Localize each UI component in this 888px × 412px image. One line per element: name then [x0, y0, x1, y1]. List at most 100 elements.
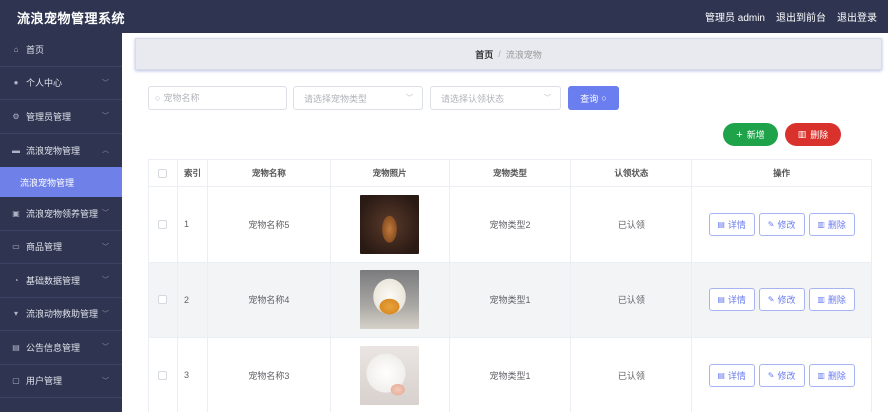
sidebar-item-label: 个人中心	[26, 76, 62, 89]
pet-type-select[interactable]: 请选择宠物类型 ﹀	[293, 86, 423, 110]
chevron-down-icon: ﹀	[102, 111, 109, 121]
app-title: 流浪宠物管理系统	[17, 8, 125, 27]
top-bar-actions: 管理员 admin 退出到前台 退出登录	[705, 9, 888, 24]
row-actions: ▤详情 ✎修改 ▥删除	[692, 263, 872, 338]
settings-icon: ⚙	[11, 112, 21, 121]
delete-button-label: 删除	[828, 218, 846, 231]
edit-button[interactable]: ✎修改	[759, 288, 805, 311]
table-header-row: 索引 宠物名称 宠物照片 宠物类型 认领状态 操作	[149, 160, 872, 187]
chevron-down-icon: ﹀	[102, 78, 109, 88]
pet-name-cell: 宠物名称3	[208, 338, 331, 412]
row-checkbox-cell	[149, 263, 178, 338]
pet-photo-cell	[331, 338, 450, 412]
pet-name-cell: 宠物名称4	[208, 263, 331, 338]
exit-to-front-link[interactable]: 退出到前台	[776, 9, 826, 24]
puppy-photo	[360, 346, 419, 405]
chevron-up-icon: ︿	[102, 145, 109, 155]
sidebar-item-pets[interactable]: ▬ 流浪宠物管理 ︿	[0, 134, 122, 168]
chevron-down-icon: ﹀	[102, 242, 109, 252]
column-header: 宠物类型	[450, 160, 572, 186]
edit-button[interactable]: ✎修改	[759, 364, 805, 387]
trash-icon: ▥	[817, 220, 825, 229]
sidebar-item-rescue[interactable]: ▾ 流浪动物救助管理 ﹀	[0, 298, 122, 332]
row-checkbox-cell	[149, 187, 178, 262]
search-icon: ○	[601, 93, 606, 103]
logout-link[interactable]: 退出登录	[837, 9, 877, 24]
chevron-down-icon: ﹀	[102, 208, 109, 218]
edit-button-label: 修改	[777, 218, 795, 231]
delete-button[interactable]: ▥删除	[809, 364, 855, 387]
column-header: 认领状态	[571, 160, 692, 186]
sidebar-item-admins[interactable]: ⚙ 管理员管理 ﹀	[0, 100, 122, 134]
header-checkbox-cell	[149, 160, 178, 186]
pet-type-cell: 宠物类型1	[450, 263, 572, 338]
sidebar-subitem-pets[interactable]: 流浪宠物管理	[0, 167, 122, 197]
breadcrumb: 首页 / 流浪宠物	[135, 38, 882, 70]
document-icon: ▤	[11, 343, 21, 352]
table-row: 1 宠物名称5 宠物类型2 已认领 ▤详情 ✎修改 ▥删除	[149, 187, 872, 263]
row-checkbox[interactable]	[158, 295, 167, 304]
breadcrumb-current: 流浪宠物	[506, 48, 542, 61]
column-header: 索引	[178, 160, 208, 186]
column-header: 宠物名称	[208, 160, 331, 186]
row-index: 3	[178, 338, 208, 412]
sidebar-item-basic-data[interactable]: ◔ 基础数据管理 ﹀	[0, 264, 122, 298]
gauge-icon: ◔	[11, 276, 21, 285]
delete-button[interactable]: ▥删除	[809, 288, 855, 311]
document-icon: ▤	[717, 295, 725, 304]
document-icon: ▤	[717, 220, 725, 229]
chevron-down-icon: ﹀	[102, 376, 109, 386]
monitor-icon: ▭	[11, 242, 21, 251]
chevron-down-icon: ﹀	[544, 93, 551, 103]
sidebar-item-home[interactable]: ⌂ 首页	[0, 33, 122, 67]
pet-type-cell: 宠物类型1	[450, 338, 572, 412]
dog-photo	[360, 270, 419, 329]
pencil-icon: ✎	[768, 295, 775, 304]
column-header: 宠物照片	[331, 160, 450, 186]
row-checkbox[interactable]	[158, 220, 167, 229]
query-button[interactable]: 查询 ○	[568, 86, 619, 110]
table-row: 2 宠物名称4 宠物类型1 已认领 ▤详情 ✎修改 ▥删除	[149, 263, 872, 339]
delete-button[interactable]: ▥删除	[809, 213, 855, 236]
sidebar-item-profile[interactable]: ● 个人中心 ﹀	[0, 67, 122, 101]
sidebar-item-label: 流浪宠物领养管理	[26, 207, 98, 220]
pin-icon: ▾	[11, 309, 21, 318]
detail-button[interactable]: ▤详情	[709, 213, 755, 236]
batch-delete-button[interactable]: ▥ 删除	[785, 123, 841, 146]
delete-button-label: 删除	[828, 293, 846, 306]
breadcrumb-home[interactable]: 首页	[475, 48, 493, 61]
row-actions: ▤详情 ✎修改 ▥删除	[692, 187, 872, 262]
sidebar-item-label: 流浪宠物管理	[26, 144, 80, 157]
add-button[interactable]: + 新增	[723, 123, 778, 146]
trash-icon: ▥	[798, 129, 807, 140]
sidebar-item-adoption[interactable]: ▣ 流浪宠物领养管理 ﹀	[0, 197, 122, 231]
pets-table: 索引 宠物名称 宠物照片 宠物类型 认领状态 操作 1 宠物名称5 宠物类型2 …	[148, 159, 872, 412]
detail-button-label: 详情	[728, 293, 746, 306]
claim-status-select[interactable]: 请选择认领状态 ﹀	[430, 86, 561, 110]
chat-icon: ▢	[11, 376, 21, 385]
sidebar-item-users[interactable]: ▢ 用户管理 ﹀	[0, 365, 122, 399]
sidebar-item-notices[interactable]: ▤ 公告信息管理 ﹀	[0, 331, 122, 365]
sidebar-item-label: 用户管理	[26, 374, 62, 387]
edit-button[interactable]: ✎修改	[759, 213, 805, 236]
detail-button[interactable]: ▤详情	[709, 364, 755, 387]
edit-button-label: 修改	[777, 369, 795, 382]
sidebar-item-label: 首页	[26, 43, 44, 56]
user-icon: ●	[11, 78, 21, 87]
sidebar: ⌂ 首页 ● 个人中心 ﹀ ⚙ 管理员管理 ﹀ ▬ 流浪宠物管理 ︿ 流浪宠物管…	[0, 33, 122, 412]
pencil-icon: ✎	[768, 220, 775, 229]
detail-button[interactable]: ▤详情	[709, 288, 755, 311]
chevron-down-icon: ﹀	[102, 275, 109, 285]
pet-type-select-placeholder: 请选择宠物类型	[304, 92, 367, 105]
claim-status-cell: 已认领	[571, 338, 692, 412]
main-content: 首页 / 流浪宠物 ○ 请选择宠物类型 ﹀ 请选择认领状态 ﹀ 查询 ○ + 新…	[122, 33, 888, 412]
add-button-label: 新增	[747, 128, 765, 141]
sidebar-item-goods[interactable]: ▭ 商品管理 ﹀	[0, 231, 122, 265]
row-index: 1	[178, 187, 208, 262]
pet-type-cell: 宠物类型2	[450, 187, 572, 262]
delete-button-label: 删除	[828, 369, 846, 382]
row-checkbox[interactable]	[158, 371, 167, 380]
pet-name-search-input[interactable]	[163, 93, 286, 103]
row-actions: ▤详情 ✎修改 ▥删除	[692, 338, 872, 412]
select-all-checkbox[interactable]	[158, 169, 167, 178]
